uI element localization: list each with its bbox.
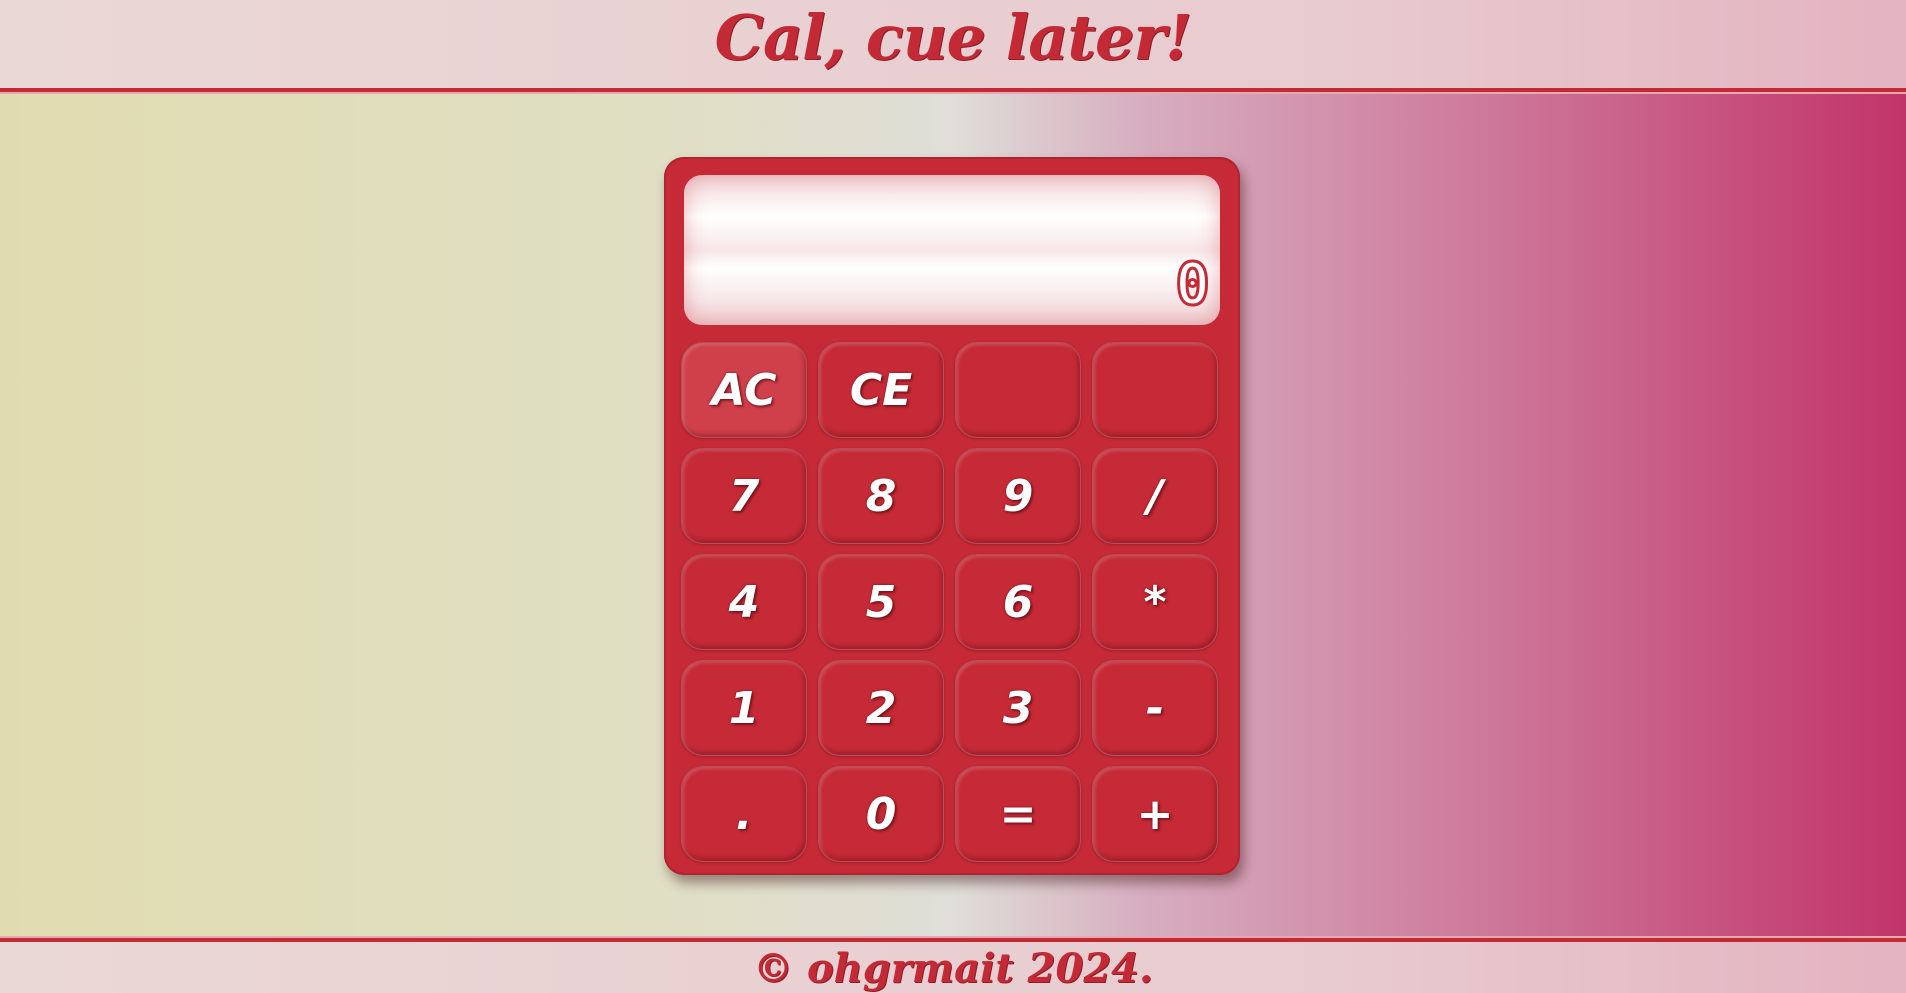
digit-1-button[interactable]: 1 <box>681 660 807 756</box>
decimal-button[interactable]: . <box>681 766 807 862</box>
key-label: 7 <box>728 470 760 522</box>
key-label: + <box>1136 788 1174 840</box>
multiply-button[interactable]: * <box>1092 554 1218 650</box>
key-label: 2 <box>865 682 897 734</box>
keypad: AC CE 7 8 9 / 4 5 6 * 1 2 3 - . 0 = + <box>681 342 1225 862</box>
key-label: 9 <box>1002 470 1034 522</box>
all-clear-button[interactable]: AC <box>681 342 807 438</box>
key-label: CE <box>849 364 913 416</box>
blank-button[interactable] <box>955 342 1081 438</box>
digit-5-button[interactable]: 5 <box>818 554 944 650</box>
display-value: 0 <box>1174 250 1212 318</box>
key-label: 5 <box>865 576 897 628</box>
digit-6-button[interactable]: 6 <box>955 554 1081 650</box>
app-title: Cal, cue later! <box>714 1 1193 74</box>
subtract-button[interactable]: - <box>1092 660 1218 756</box>
key-label: 0 <box>865 788 897 840</box>
digit-0-button[interactable]: 0 <box>818 766 944 862</box>
blank-button[interactable] <box>1092 342 1218 438</box>
digit-3-button[interactable]: 3 <box>955 660 1081 756</box>
key-label: . <box>735 788 753 840</box>
calculator-display: 0 <box>684 175 1220 325</box>
key-label: 1 <box>728 682 760 734</box>
key-label: / <box>1146 470 1164 522</box>
key-label: 3 <box>1002 682 1034 734</box>
copyright-text: © ohgrmait 2024. <box>753 945 1153 992</box>
key-label: 6 <box>1002 576 1034 628</box>
clear-entry-button[interactable]: CE <box>818 342 944 438</box>
digit-9-button[interactable]: 9 <box>955 448 1081 544</box>
digit-7-button[interactable]: 7 <box>681 448 807 544</box>
digit-8-button[interactable]: 8 <box>818 448 944 544</box>
add-button[interactable]: + <box>1092 766 1218 862</box>
equals-button[interactable]: = <box>955 766 1081 862</box>
key-label: 8 <box>865 470 897 522</box>
footer: © ohgrmait 2024. <box>0 938 1906 993</box>
key-label: 4 <box>728 576 760 628</box>
key-label: - <box>1145 682 1165 734</box>
digit-4-button[interactable]: 4 <box>681 554 807 650</box>
header: Cal, cue later! <box>0 0 1906 92</box>
key-label: AC <box>711 364 777 416</box>
divide-button[interactable]: / <box>1092 448 1218 544</box>
digit-2-button[interactable]: 2 <box>818 660 944 756</box>
key-label: * <box>1143 576 1167 628</box>
calculator: 0 AC CE 7 8 9 / 4 5 6 * 1 2 3 - . 0 = + <box>664 157 1240 875</box>
page: Cal, cue later! 0 AC CE 7 8 9 / 4 5 6 * … <box>0 0 1906 993</box>
key-label: = <box>999 788 1037 840</box>
